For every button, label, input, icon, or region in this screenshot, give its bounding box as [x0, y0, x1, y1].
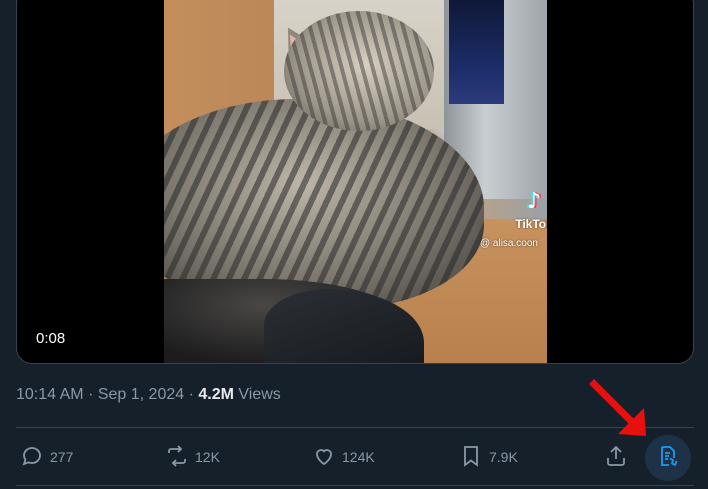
grok-document-icon: [656, 444, 680, 473]
video-frame-cat[interactable]: ♪ TikTok @ alisa.coon: [164, 0, 547, 363]
video-timer: 0:08: [36, 330, 66, 347]
repost-count: 12K: [195, 449, 220, 465]
bookmark-icon: [459, 444, 483, 471]
share-button[interactable]: [604, 443, 628, 471]
tiktok-logo-icon: ♪: [526, 189, 542, 214]
cat-body: [164, 99, 484, 309]
repost-arrows-icon: [165, 444, 189, 471]
reply-count: 277: [50, 449, 74, 465]
bookmark-button[interactable]: 7.9K: [459, 443, 518, 471]
meta-separator: ·: [88, 386, 94, 403]
tweet-time[interactable]: 10:14 AM: [16, 386, 84, 403]
tweet-meta-row: 10:14 AM · Sep 1, 2024 · 4.2M Views: [16, 386, 281, 404]
like-count: 124K: [342, 449, 375, 465]
reply-button[interactable]: 277: [20, 443, 73, 471]
tiktok-brand-label: TikTok: [515, 217, 547, 231]
red-arrow-annotation: [589, 379, 646, 436]
views-count: 4.2M: [198, 386, 234, 403]
bookmark-count: 7.9K: [489, 449, 518, 465]
share-upload-icon: [604, 444, 628, 471]
cat-head: [284, 11, 434, 131]
like-button[interactable]: 124K: [312, 443, 375, 471]
meta-separator: ·: [188, 386, 194, 403]
heart-icon: [312, 444, 336, 471]
video-player[interactable]: ♪ TikTok @ alisa.coon 0:08: [16, 0, 694, 364]
tweet-date[interactable]: Sep 1, 2024: [98, 386, 184, 403]
tiktok-watermark: ♪ TikTok: [494, 189, 547, 232]
tweet-detail: ♪ TikTok @ alisa.coon 0:08 10:14 AM · Se…: [0, 0, 708, 489]
tiktok-username: @ alisa.coon: [480, 238, 538, 249]
reply-bubble-icon: [20, 444, 44, 471]
divider: [16, 485, 694, 486]
repost-button[interactable]: 12K: [165, 443, 220, 471]
views-label: Views: [238, 386, 281, 403]
